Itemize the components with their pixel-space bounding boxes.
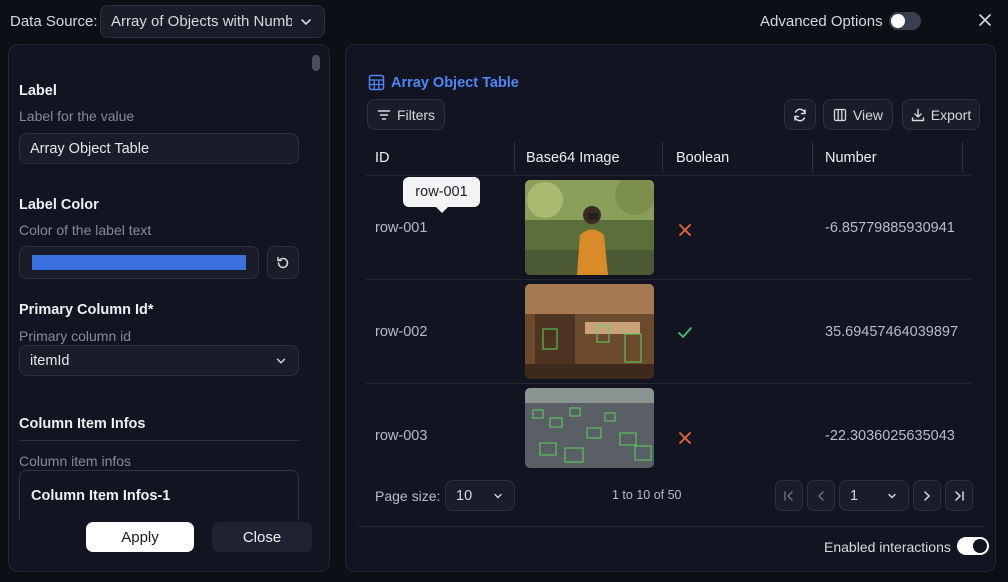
download-icon	[911, 108, 924, 121]
table-row[interactable]: row-003 -22.3036025635043	[366, 384, 971, 468]
column-separator	[962, 142, 963, 172]
column-infos-card-title: Column Item Infos-1	[31, 488, 171, 504]
page-size-label: Page size:	[375, 488, 441, 504]
row-id: row-001	[375, 220, 428, 236]
column-header-boolean[interactable]: Boolean	[676, 140, 729, 176]
filters-label: Filters	[396, 106, 436, 123]
export-button[interactable]: Export	[902, 99, 980, 130]
table-icon	[368, 74, 385, 91]
view-button[interactable]: View	[823, 99, 893, 130]
next-page-button[interactable]	[913, 480, 941, 511]
reset-icon	[277, 256, 289, 268]
chevron-right-icon	[924, 490, 931, 501]
table-title: Array Object Table	[368, 74, 519, 91]
settings-panel: Label Label for the value Array Object T…	[8, 44, 330, 572]
first-page-button[interactable]	[775, 480, 803, 511]
refresh-icon	[794, 108, 806, 121]
advanced-options-label: Advanced Options	[760, 13, 883, 30]
close-button[interactable]: Close	[212, 522, 312, 552]
close-icon[interactable]	[977, 12, 993, 28]
table-title-text: Array Object Table	[391, 74, 519, 91]
chevron-down-icon	[494, 493, 502, 498]
row-number: 35.69457464039897	[825, 324, 959, 340]
page-range: 1 to 10 of 50	[612, 488, 682, 502]
primary-column-desc: Primary column id	[19, 328, 132, 344]
last-page-button[interactable]	[945, 480, 973, 511]
advanced-options-toggle[interactable]	[889, 12, 921, 30]
toggle-knob	[973, 539, 987, 553]
row-image	[525, 388, 654, 468]
filters-button[interactable]: Filters	[367, 99, 445, 130]
column-separator	[662, 142, 663, 172]
scrollbar-thumb[interactable]	[312, 55, 320, 71]
column-infos-desc: Column item infos	[19, 453, 132, 469]
toggle-knob	[891, 14, 905, 28]
column-header-image[interactable]: Base64 Image	[526, 140, 620, 176]
export-label: Export	[930, 106, 972, 123]
enabled-interactions-label: Enabled interactions	[824, 539, 951, 555]
apply-button[interactable]: Apply	[86, 522, 194, 552]
footer-divider	[358, 526, 985, 527]
first-page-icon	[784, 490, 793, 501]
false-icon	[679, 224, 691, 236]
label-field-desc: Label for the value	[19, 108, 135, 124]
true-icon	[678, 327, 692, 338]
chevron-down-icon	[888, 493, 896, 498]
label-color-picker[interactable]	[19, 246, 259, 279]
primary-column-select[interactable]: itemId	[19, 345, 299, 376]
data-source-select[interactable]: Array of Objects with Numbe	[100, 5, 325, 38]
tooltip: row-001	[403, 177, 480, 213]
row-image	[525, 180, 654, 275]
reset-color-button[interactable]	[267, 246, 299, 279]
column-infos-card: Column Item Infos-1	[19, 470, 299, 520]
chevron-down-icon	[276, 358, 286, 364]
column-infos-title: Column Item Infos	[19, 416, 146, 432]
label-input[interactable]: Array Object Table	[19, 133, 299, 164]
color-swatch	[32, 255, 246, 270]
row-image	[525, 284, 654, 379]
primary-column-title: Primary Column Id*	[19, 302, 154, 318]
page-size-select[interactable]: 10	[445, 480, 515, 511]
table-row[interactable]: row-002 35.69457464039897	[366, 280, 971, 384]
label-color-desc: Color of the label text	[19, 222, 152, 238]
page-size-value: 10	[456, 487, 473, 504]
column-header-id[interactable]: ID	[375, 140, 390, 176]
table-panel: Array Object Table Filters View Export I…	[345, 44, 996, 572]
label-field-title: Label	[19, 83, 57, 99]
column-header-number[interactable]: Number	[825, 140, 877, 176]
data-source-label: Data Source:	[10, 13, 98, 30]
prev-page-button[interactable]	[807, 480, 835, 511]
data-source-value: Array of Objects with Numbe	[111, 13, 292, 30]
row-id: row-003	[375, 428, 428, 444]
chevron-left-icon	[817, 490, 824, 501]
chevron-down-icon	[301, 18, 311, 25]
row-number: -6.85779885930941	[825, 220, 955, 236]
primary-column-value: itemId	[30, 352, 70, 369]
refresh-button[interactable]	[784, 99, 816, 130]
last-page-icon	[955, 490, 964, 501]
enabled-interactions-toggle[interactable]	[957, 537, 989, 555]
label-color-title: Label Color	[19, 197, 99, 213]
row-id: row-002	[375, 324, 428, 340]
view-label: View	[852, 106, 884, 123]
page-select[interactable]: 1	[839, 480, 909, 511]
top-bar: Data Source: Array of Objects with Numbe…	[0, 0, 1008, 44]
table-header: ID Base64 Image Boolean Number	[366, 140, 971, 176]
columns-icon	[833, 108, 847, 121]
divider	[19, 440, 299, 441]
false-icon	[679, 432, 691, 444]
column-separator	[812, 142, 813, 172]
row-number: -22.3036025635043	[825, 428, 955, 444]
column-separator	[514, 142, 515, 172]
page-value: 1	[850, 487, 859, 504]
filter-icon	[377, 109, 391, 120]
